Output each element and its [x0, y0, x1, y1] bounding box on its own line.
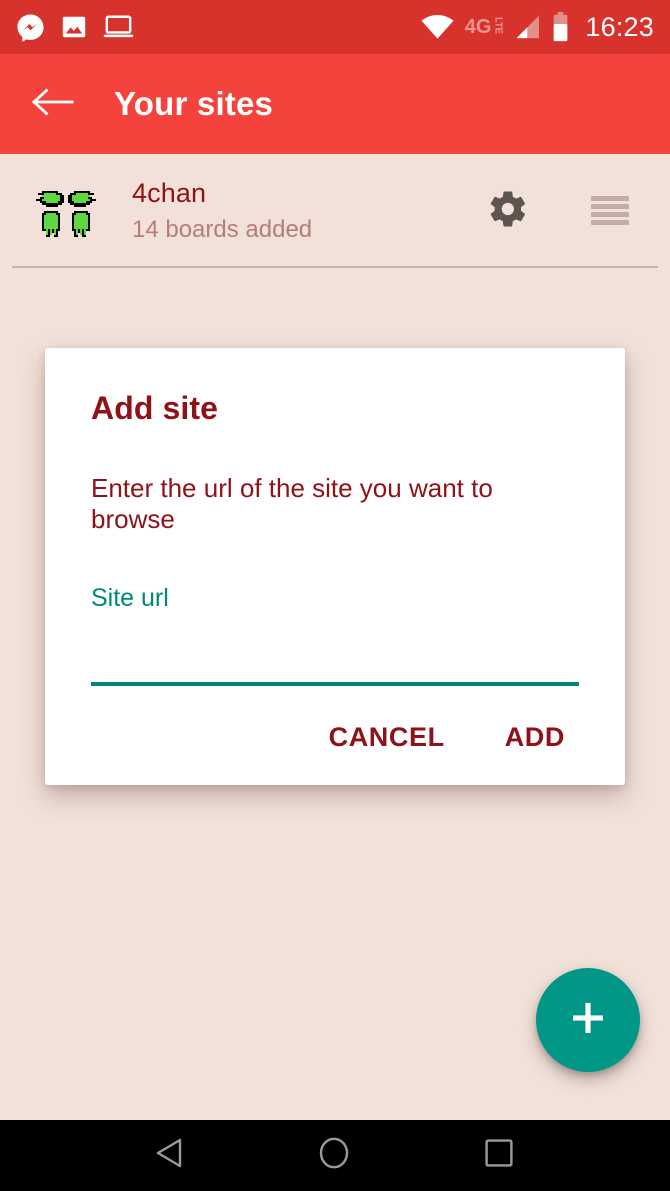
battery-icon	[552, 12, 569, 42]
nav-home-button[interactable]	[278, 1120, 390, 1191]
back-button[interactable]	[28, 80, 76, 128]
nav-recents-button[interactable]	[443, 1120, 555, 1191]
dialog-title: Add site	[91, 390, 219, 426]
laptop-icon	[103, 13, 134, 41]
app-bar: Your sites	[0, 54, 670, 154]
drag-handle-icon	[591, 193, 629, 230]
gear-icon	[487, 188, 529, 235]
plus-icon	[569, 999, 607, 1042]
square-recents-icon	[484, 1138, 514, 1173]
site-list: 4chan 14 boards added	[0, 154, 670, 268]
site-name: 4chan	[132, 178, 207, 209]
page-title: Your sites	[114, 85, 274, 122]
site-drag-handle[interactable]	[582, 183, 638, 239]
phone-screen: 4G LTE 16:23 Your sites 4chan 14 boards …	[0, 0, 670, 1191]
image-icon	[60, 13, 88, 41]
dialog-actions: CANCEL ADD	[45, 686, 625, 767]
site-url-label: Site url	[91, 584, 169, 613]
network-type-text: 4G	[464, 16, 492, 38]
status-bar-system-icons: 4G LTE 16:23	[421, 12, 654, 42]
network-lte-text: LTE	[492, 17, 504, 34]
wifi-icon	[421, 14, 454, 40]
four-leaf-clover-icon	[34, 183, 98, 239]
add-button[interactable]: ADD	[503, 716, 567, 759]
add-site-fab[interactable]	[536, 968, 640, 1072]
arrow-left-icon	[30, 85, 74, 124]
site-settings-button[interactable]	[480, 183, 536, 239]
dialog-message: Enter the url of the site you want to br…	[91, 473, 493, 534]
circle-home-icon	[318, 1136, 350, 1175]
list-item-text: 4chan 14 boards added	[132, 177, 480, 245]
site-url-underline	[91, 682, 579, 687]
site-url-input[interactable]	[91, 622, 579, 677]
status-bar: 4G LTE 16:23	[0, 0, 670, 54]
messenger-icon	[16, 13, 45, 42]
status-bar-clock: 16:23	[585, 11, 654, 42]
system-nav-bar	[0, 1120, 670, 1191]
network-type-label: 4G LTE	[464, 16, 504, 38]
nav-back-button[interactable]	[113, 1120, 225, 1191]
cellular-signal-icon	[513, 14, 541, 40]
site-url-field: Site url	[91, 584, 579, 687]
add-site-dialog: Add site Enter the url of the site you w…	[45, 348, 625, 786]
cancel-button[interactable]: CANCEL	[327, 716, 447, 759]
triangle-back-icon	[154, 1137, 184, 1174]
list-item[interactable]: 4chan 14 boards added	[0, 154, 670, 268]
list-divider	[12, 266, 658, 268]
status-bar-notification-icons	[16, 13, 134, 42]
site-subtitle: 14 boards added	[132, 215, 313, 243]
